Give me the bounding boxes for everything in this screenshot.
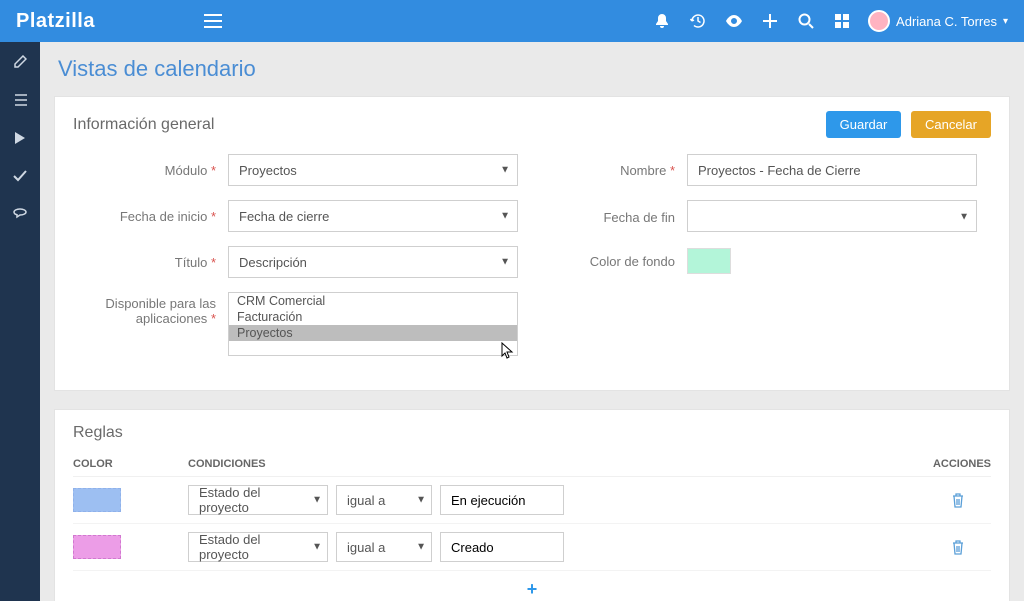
listbox-apps[interactable]: CRM Comercial Facturación Proyectos	[228, 292, 518, 356]
label-fecha-fin: Fecha de fin	[532, 210, 687, 225]
panel-rules: Reglas COLOR CONDICIONES ACCIONES Estado…	[54, 409, 1010, 601]
save-button[interactable]: Guardar	[826, 111, 902, 138]
cancel-button[interactable]: Cancelar	[911, 111, 991, 138]
sidebar-item-check[interactable]	[0, 164, 40, 188]
input-nombre[interactable]	[687, 154, 977, 186]
label-fecha-inicio: Fecha de inicio *	[73, 209, 228, 224]
select-modulo[interactable]: Proyectos	[228, 154, 518, 186]
sidebar	[0, 42, 40, 601]
select-fecha-fin[interactable]	[687, 200, 977, 232]
delete-rule-button[interactable]	[951, 540, 991, 555]
label-titulo: Título *	[73, 255, 228, 270]
sidebar-item-play[interactable]	[0, 126, 40, 150]
select-rule-op[interactable]: igual a	[336, 485, 432, 515]
grid-icon[interactable]	[824, 0, 860, 42]
user-menu[interactable]: Adriana C. Torres ▾	[868, 10, 1008, 32]
input-rule-value[interactable]	[440, 532, 564, 562]
list-item[interactable]: CRM Comercial	[229, 293, 517, 309]
label-disponible: Disponible para las aplicaciones *	[73, 292, 228, 326]
main-content: Vistas de calendario Información general…	[40, 42, 1024, 601]
user-name: Adriana C. Torres	[896, 14, 997, 29]
col-header-acciones: ACCIONES	[911, 458, 991, 470]
label-modulo: Módulo *	[73, 163, 228, 178]
rule-color-swatch[interactable]	[73, 535, 121, 559]
plus-icon[interactable]	[752, 0, 788, 42]
rule-color-swatch[interactable]	[73, 488, 121, 512]
chevron-down-icon: ▾	[1003, 16, 1008, 27]
page-title: Vistas de calendario	[58, 56, 1010, 82]
sidebar-item-edit[interactable]	[0, 50, 40, 74]
history-icon[interactable]	[680, 0, 716, 42]
select-rule-field[interactable]: Estado del proyecto	[188, 485, 328, 515]
panel-general-title: Información general	[73, 116, 214, 134]
select-fecha-inicio[interactable]: Fecha de cierre	[228, 200, 518, 232]
col-header-color: COLOR	[73, 458, 188, 470]
panel-general-info: Información general Guardar Cancelar Mód…	[54, 96, 1010, 391]
rule-row: Estado del proyecto ▼ igual a ▼	[73, 524, 991, 571]
add-rule-button[interactable]: +	[73, 579, 991, 600]
label-nombre: Nombre *	[532, 163, 687, 178]
select-rule-field[interactable]: Estado del proyecto	[188, 532, 328, 562]
bell-icon[interactable]	[644, 0, 680, 42]
topbar: Platzilla Adriana C. Torres ▾	[0, 0, 1024, 42]
sidebar-item-list[interactable]	[0, 88, 40, 112]
label-color-fondo: Color de fondo	[532, 254, 687, 269]
brand-logo: Platzilla	[16, 10, 95, 33]
sidebar-item-chat[interactable]	[0, 202, 40, 226]
list-item[interactable]: Facturación	[229, 309, 517, 325]
hamburger-icon[interactable]	[195, 0, 231, 42]
select-rule-op[interactable]: igual a	[336, 532, 432, 562]
select-titulo[interactable]: Descripción	[228, 246, 518, 278]
panel-rules-title: Reglas	[73, 424, 991, 442]
color-swatch-bg[interactable]	[687, 248, 731, 274]
delete-rule-button[interactable]	[951, 493, 991, 508]
rules-header: COLOR CONDICIONES ACCIONES	[73, 458, 991, 477]
search-icon[interactable]	[788, 0, 824, 42]
rule-row: Estado del proyecto ▼ igual a ▼	[73, 477, 991, 524]
input-rule-value[interactable]	[440, 485, 564, 515]
avatar	[868, 10, 890, 32]
list-item[interactable]: Proyectos	[229, 325, 517, 341]
eye-icon[interactable]	[716, 0, 752, 42]
col-header-condiciones: CONDICIONES	[188, 458, 911, 470]
